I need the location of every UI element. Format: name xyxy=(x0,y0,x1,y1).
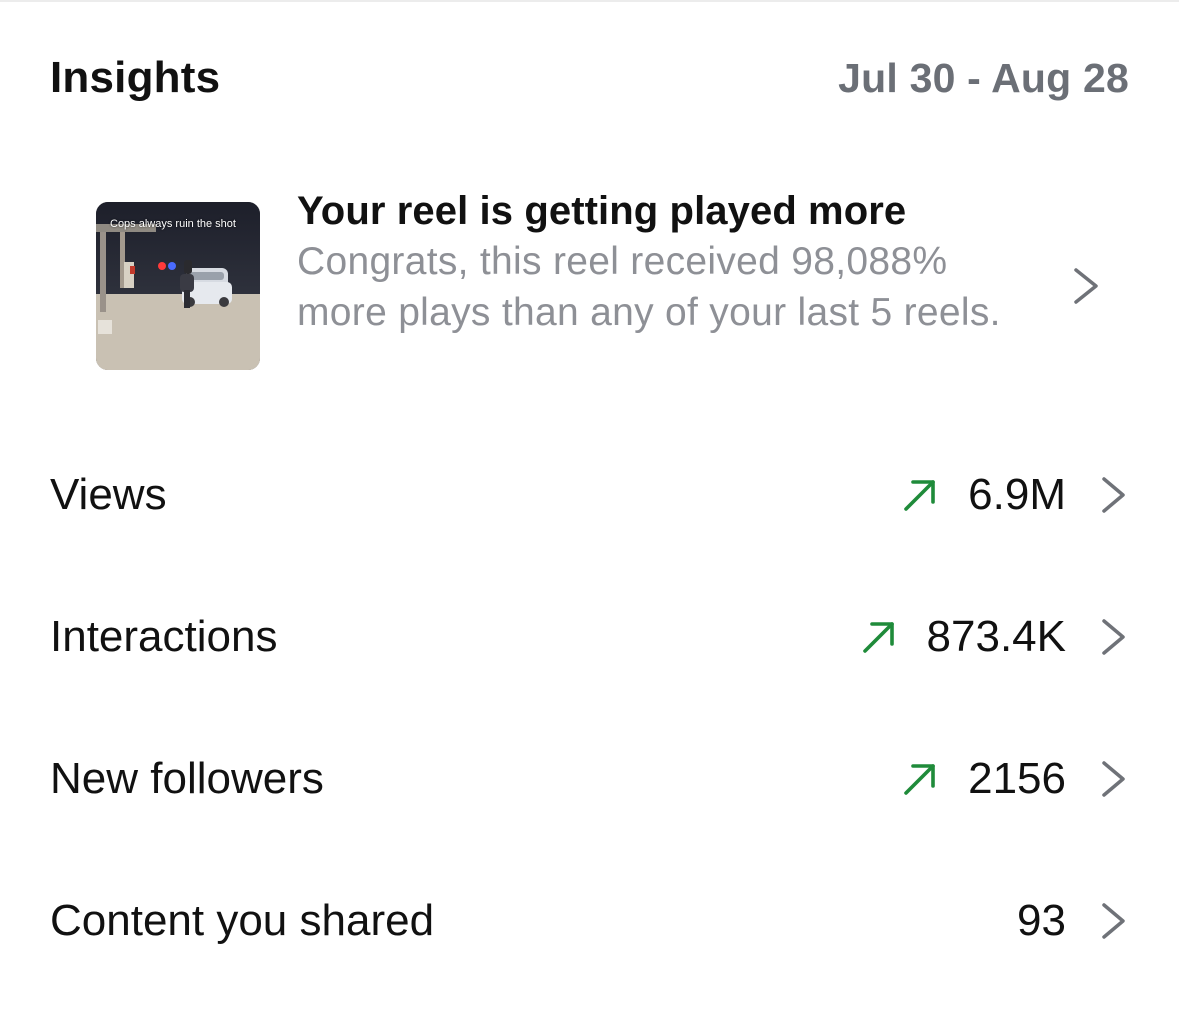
metric-row-interactions[interactable]: Interactions 873.4K xyxy=(50,592,1130,682)
metric-row-new-followers[interactable]: New followers 2156 xyxy=(50,734,1130,824)
metric-value: 6.9M xyxy=(968,470,1066,519)
chevron-right-icon[interactable] xyxy=(1066,264,1106,308)
metric-label: Content you shared xyxy=(50,896,435,945)
chevron-right-icon[interactable] xyxy=(1096,473,1130,517)
metric-right: 93 xyxy=(1017,896,1130,946)
insights-header: Insights Jul 30 - Aug 28 xyxy=(50,48,1129,108)
metric-right: 873.4K xyxy=(859,612,1130,662)
metric-row-content-shared[interactable]: Content you shared 93 xyxy=(50,876,1130,966)
reel-promo-card[interactable]: Cops always ruin the shot Your reel is g… xyxy=(96,180,1136,400)
metric-value: 2156 xyxy=(968,754,1066,803)
metric-value: 873.4K xyxy=(926,612,1066,661)
thumbnail-caption: Cops always ruin the shot xyxy=(110,218,236,230)
arrow-up-right-icon xyxy=(904,480,935,511)
page-title: Insights xyxy=(50,53,221,102)
arrow-up-right-icon xyxy=(904,764,935,795)
metric-label: New followers xyxy=(50,754,324,803)
metric-value: 93 xyxy=(1017,896,1066,945)
chevron-right-icon[interactable] xyxy=(1096,615,1130,659)
metric-right: 2156 xyxy=(900,754,1130,804)
promo-title: Your reel is getting played more xyxy=(297,189,907,233)
metric-right: 6.9M xyxy=(900,470,1130,520)
top-divider xyxy=(0,0,1179,2)
arrow-up-right-icon xyxy=(862,622,894,653)
metric-label: Views xyxy=(50,470,167,519)
date-range[interactable]: Jul 30 - Aug 28 xyxy=(838,55,1129,102)
promo-body: Congrats, this reel received 98,088% mor… xyxy=(297,240,1001,334)
chevron-right-icon[interactable] xyxy=(1096,757,1130,801)
metric-row-views[interactable]: Views 6.9M xyxy=(50,450,1130,540)
metric-label: Interactions xyxy=(50,612,278,661)
promo-text: Your reel is getting played more Congrat… xyxy=(297,186,1037,338)
chevron-right-icon[interactable] xyxy=(1096,899,1130,943)
reel-thumbnail[interactable]: Cops always ruin the shot xyxy=(96,202,260,370)
